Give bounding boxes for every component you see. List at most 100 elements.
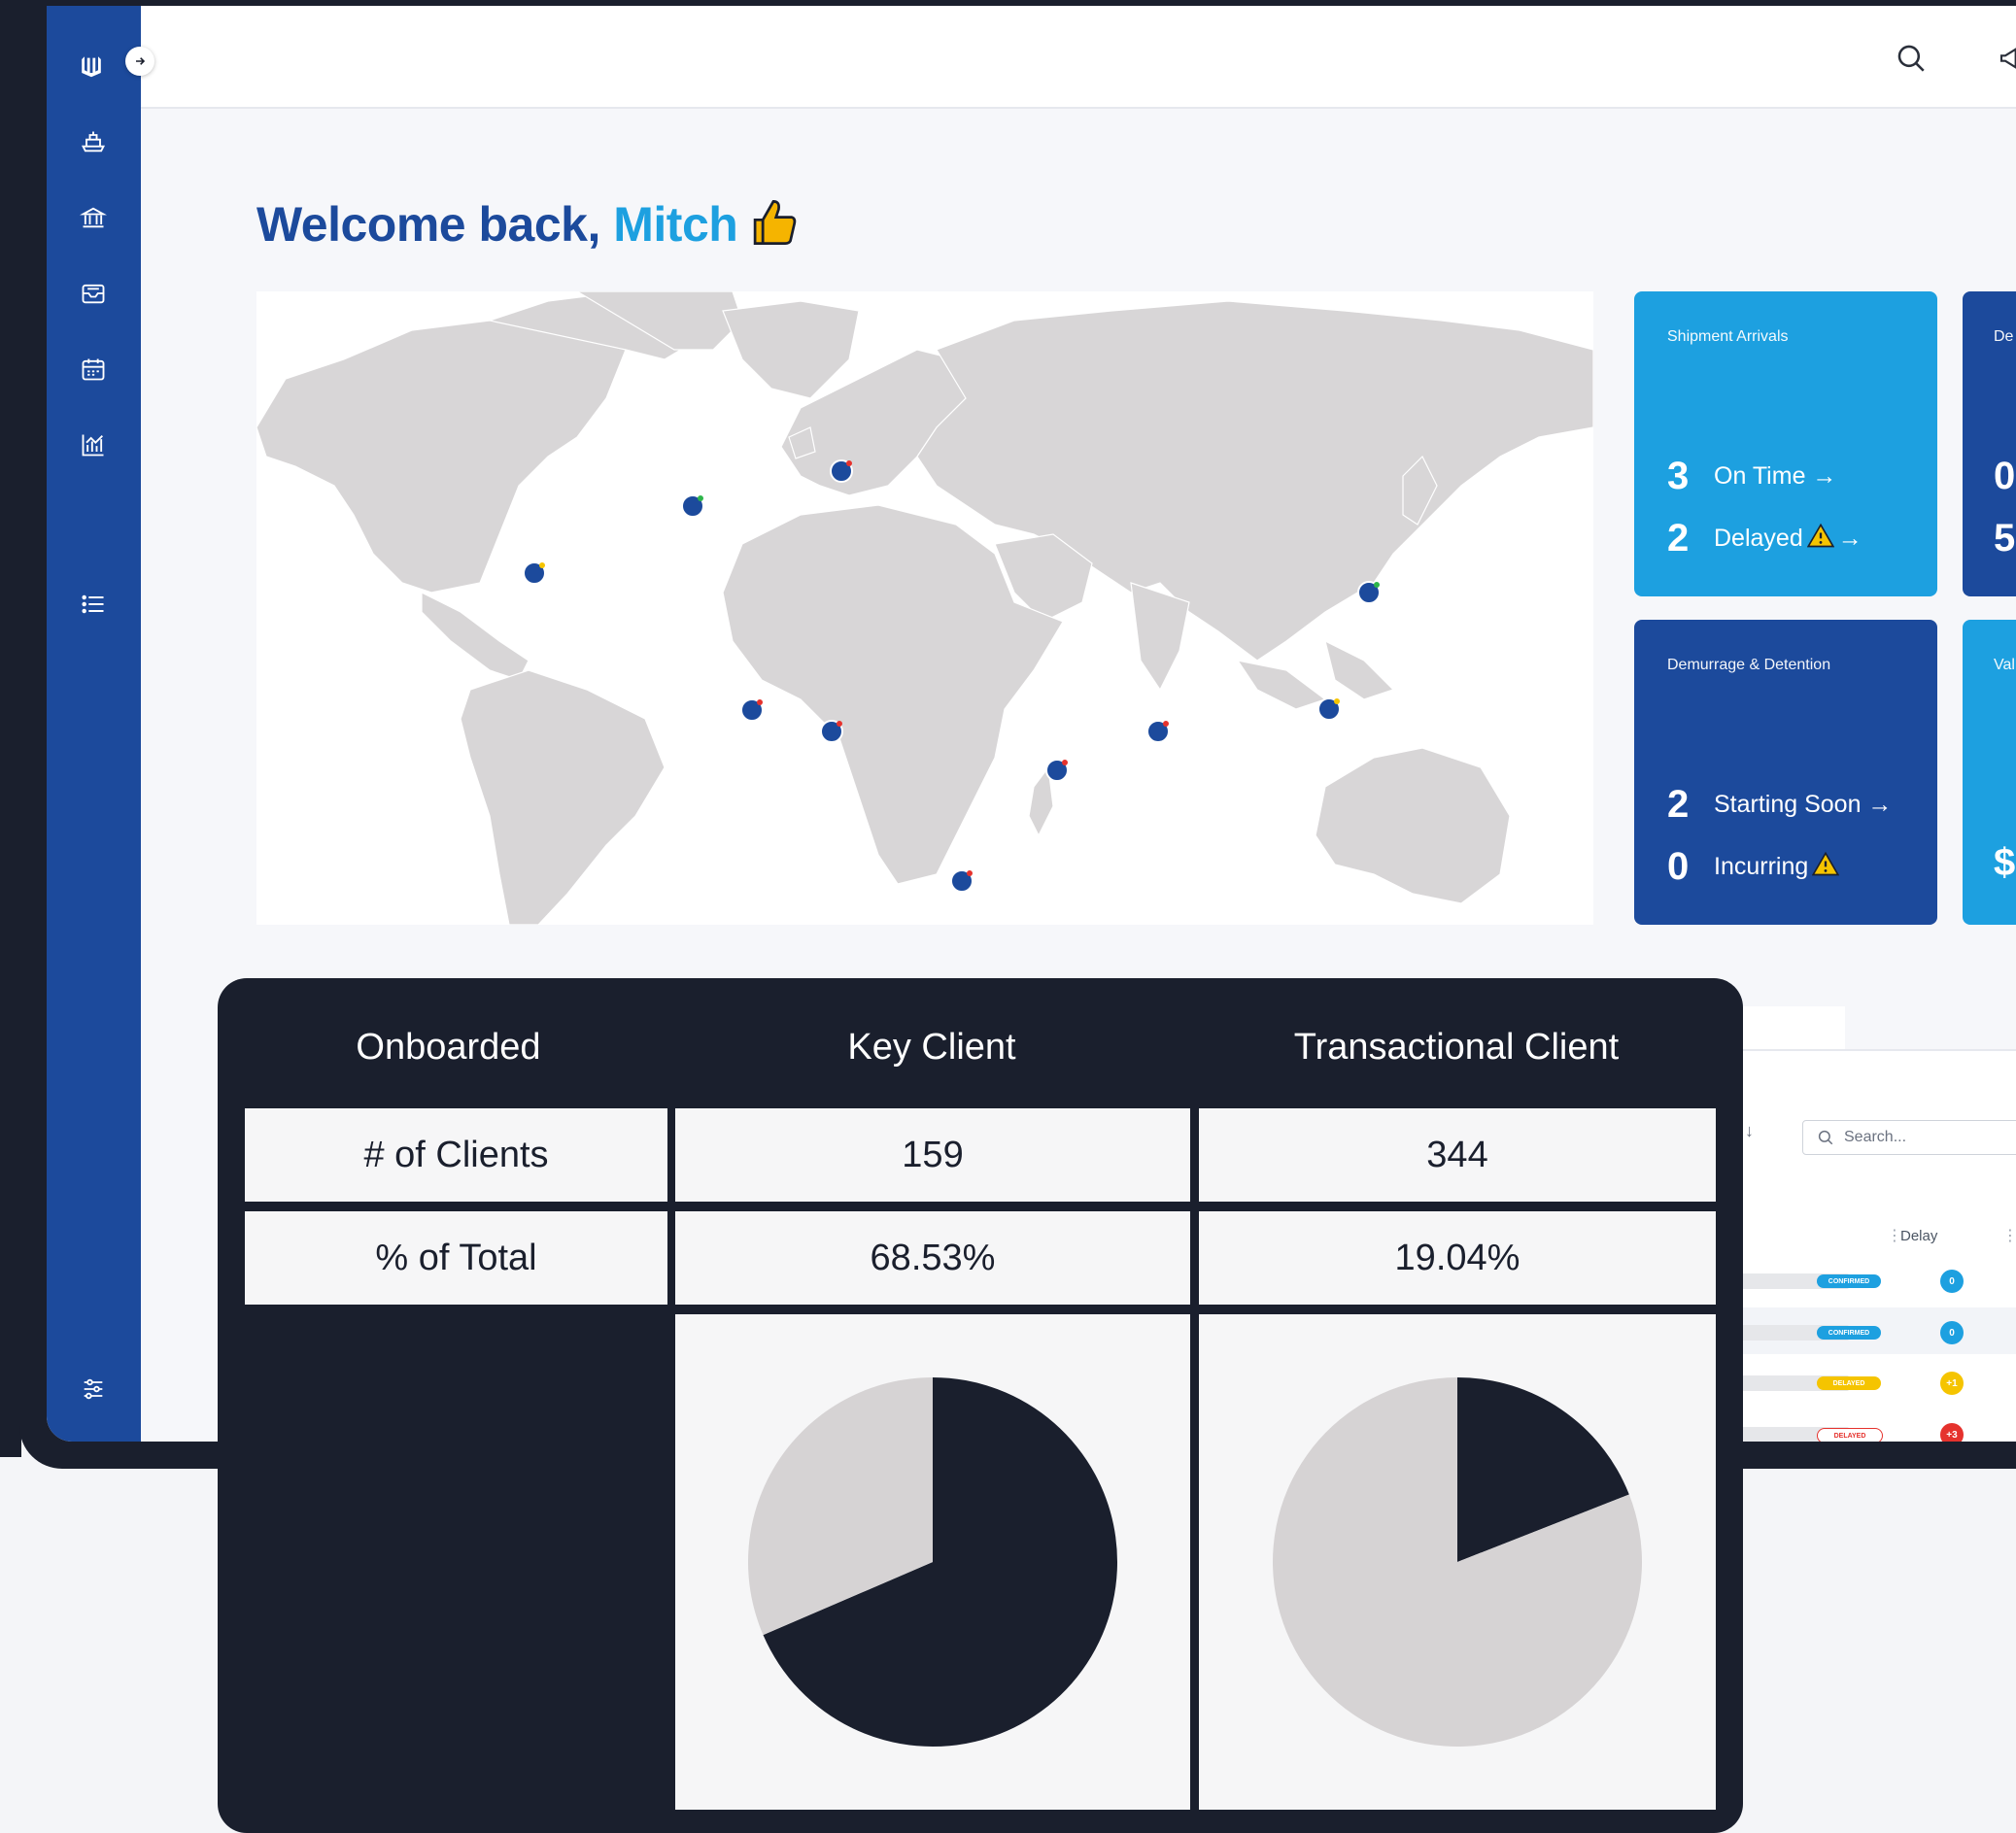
status-badge: DELAYED bbox=[1817, 1428, 1883, 1442]
header-key-client: Key Client bbox=[847, 1027, 1016, 1068]
status-badge: CONFIRMED bbox=[1817, 1326, 1881, 1340]
map-marker bbox=[950, 869, 974, 893]
sidebar-item-calendar[interactable] bbox=[74, 350, 113, 389]
key-client-count: 159 bbox=[675, 1108, 1190, 1202]
search-icon bbox=[1897, 45, 1925, 72]
world-map-graphic bbox=[256, 291, 1593, 925]
sort-button[interactable]: ↓ bbox=[1745, 1121, 1754, 1141]
header-transactional-client: Transactional Client bbox=[1293, 1027, 1620, 1068]
card-title: Shipment Arrivals bbox=[1667, 328, 1789, 345]
delay-badge: 0 bbox=[1940, 1270, 1964, 1293]
delayed-label: Delayed bbox=[1714, 525, 1803, 552]
user-name: Mitch bbox=[613, 197, 738, 253]
column-menu-icon[interactable]: ⋮ bbox=[1887, 1226, 1902, 1245]
topbar: 2 bbox=[141, 6, 2016, 109]
card-partial-1[interactable]: De 0 5 bbox=[1963, 291, 2016, 596]
bank-icon bbox=[80, 207, 107, 228]
arrow-right-icon bbox=[136, 57, 146, 65]
key-client-percent: 68.53% bbox=[675, 1211, 1190, 1305]
delayed-arrow: → bbox=[1837, 525, 1862, 552]
row-label-clients: # of Clients bbox=[245, 1108, 667, 1202]
key-client-pie-chart bbox=[748, 1377, 1117, 1747]
starting-label: Starting Soon → bbox=[1714, 791, 1893, 818]
header-onboarded: Onboarded bbox=[356, 1027, 541, 1068]
map-marker bbox=[820, 720, 843, 743]
card-partial-2[interactable]: Val $ bbox=[1963, 620, 2016, 925]
partial-value-1: 0 bbox=[1994, 455, 2016, 497]
map-marker bbox=[830, 459, 853, 483]
search-placeholder: Search... bbox=[1844, 1129, 1907, 1145]
calendar-icon bbox=[82, 358, 105, 381]
partial-stat-1: 0 bbox=[1994, 455, 2016, 498]
on-time-count: 3 bbox=[1667, 455, 1690, 497]
table-tab[interactable] bbox=[1742, 1006, 1845, 1049]
delay-badge: +1 bbox=[1940, 1372, 1964, 1395]
analytics-icon bbox=[82, 434, 104, 457]
collapse-sidebar-button[interactable] bbox=[125, 47, 154, 76]
search-button[interactable] bbox=[1890, 37, 1932, 80]
transactional-client-count: 344 bbox=[1199, 1108, 1716, 1202]
on-time-label: On Time → bbox=[1714, 462, 1837, 490]
partial-stat-3: $ bbox=[1994, 841, 2016, 885]
partial-value-2: 5 bbox=[1994, 517, 2016, 560]
incurring-count: 0 bbox=[1667, 845, 1690, 888]
sidebar-item-list[interactable] bbox=[74, 585, 113, 624]
filter-settings-icon bbox=[84, 1378, 103, 1400]
sidebar-item-inbox[interactable] bbox=[74, 274, 113, 313]
map-marker bbox=[740, 698, 764, 722]
divider bbox=[1742, 1049, 2016, 1051]
sidebar-item-settings[interactable] bbox=[74, 1370, 113, 1409]
page-title: Welcome back, Mitch bbox=[256, 196, 800, 260]
card-title: Demurrage & Detention bbox=[1667, 657, 1831, 673]
warning-icon bbox=[1806, 523, 1834, 555]
starting-count: 2 bbox=[1667, 783, 1690, 826]
delay-badge: +3 bbox=[1940, 1423, 1964, 1442]
partial-stat-2: 5 bbox=[1994, 517, 2016, 560]
search-icon bbox=[1818, 1130, 1833, 1145]
key-client-pie-container bbox=[675, 1314, 1190, 1810]
transactional-client-percent: 19.04% bbox=[1199, 1211, 1716, 1305]
stat-delayed[interactable]: 2 Delayed → bbox=[1667, 517, 1862, 560]
inbox-icon bbox=[82, 284, 105, 304]
column-menu-icon[interactable]: ⋮ bbox=[2002, 1226, 2016, 1245]
ship-icon bbox=[81, 131, 106, 153]
status-badge: CONFIRMED bbox=[1817, 1274, 1881, 1288]
card-shipment-arrivals[interactable]: Shipment Arrivals 3 On Time → 2 Delayed … bbox=[1634, 291, 1937, 596]
row-label-percent: % of Total bbox=[245, 1211, 667, 1305]
map-marker bbox=[1317, 697, 1341, 721]
delay-badge: 0 bbox=[1940, 1321, 1964, 1344]
delayed-count: 2 bbox=[1667, 517, 1690, 560]
megaphone-icon bbox=[1999, 48, 2016, 69]
sidebar bbox=[47, 6, 141, 1442]
client-breakdown-panel: Onboarded Key Client Transactional Clien… bbox=[218, 978, 1743, 1833]
map-marker bbox=[1045, 759, 1069, 782]
status-badge: DELAYED bbox=[1817, 1376, 1881, 1390]
map-marker bbox=[681, 494, 704, 518]
map-marker bbox=[1357, 581, 1381, 604]
incurring-label: Incurring bbox=[1714, 853, 1809, 880]
logo-icon[interactable] bbox=[60, 35, 122, 97]
backdrop-left bbox=[0, 0, 21, 1457]
welcome-text: Welcome back, bbox=[256, 197, 614, 253]
stat-on-time[interactable]: 3 On Time → bbox=[1667, 455, 1836, 498]
sidebar-item-shipments[interactable] bbox=[74, 122, 113, 161]
world-map[interactable] bbox=[256, 291, 1593, 925]
card-title: De bbox=[1994, 328, 2014, 345]
transactional-client-pie-container bbox=[1199, 1314, 1716, 1810]
card-title: Val bbox=[1994, 657, 2015, 673]
announcements-button[interactable]: 2 bbox=[1992, 37, 2016, 80]
delay-column-header: Delay bbox=[1900, 1228, 1938, 1244]
sidebar-item-finance[interactable] bbox=[74, 198, 113, 237]
list-icon bbox=[82, 594, 104, 614]
card-demurrage-detention[interactable]: Demurrage & Detention 2 Starting Soon → … bbox=[1634, 620, 1937, 925]
partial-value-3: $ bbox=[1994, 841, 2016, 884]
warning-icon bbox=[1812, 851, 1840, 883]
sidebar-item-analytics[interactable] bbox=[74, 425, 113, 464]
thumbs-up-icon bbox=[747, 196, 800, 260]
transactional-client-pie-chart bbox=[1273, 1377, 1642, 1747]
stat-incurring[interactable]: 0 Incurring bbox=[1667, 845, 1840, 889]
stat-starting-soon[interactable]: 2 Starting Soon → bbox=[1667, 783, 1892, 827]
table-search-input[interactable]: Search... bbox=[1802, 1120, 2016, 1155]
map-marker bbox=[523, 561, 546, 585]
map-marker bbox=[1146, 720, 1170, 743]
